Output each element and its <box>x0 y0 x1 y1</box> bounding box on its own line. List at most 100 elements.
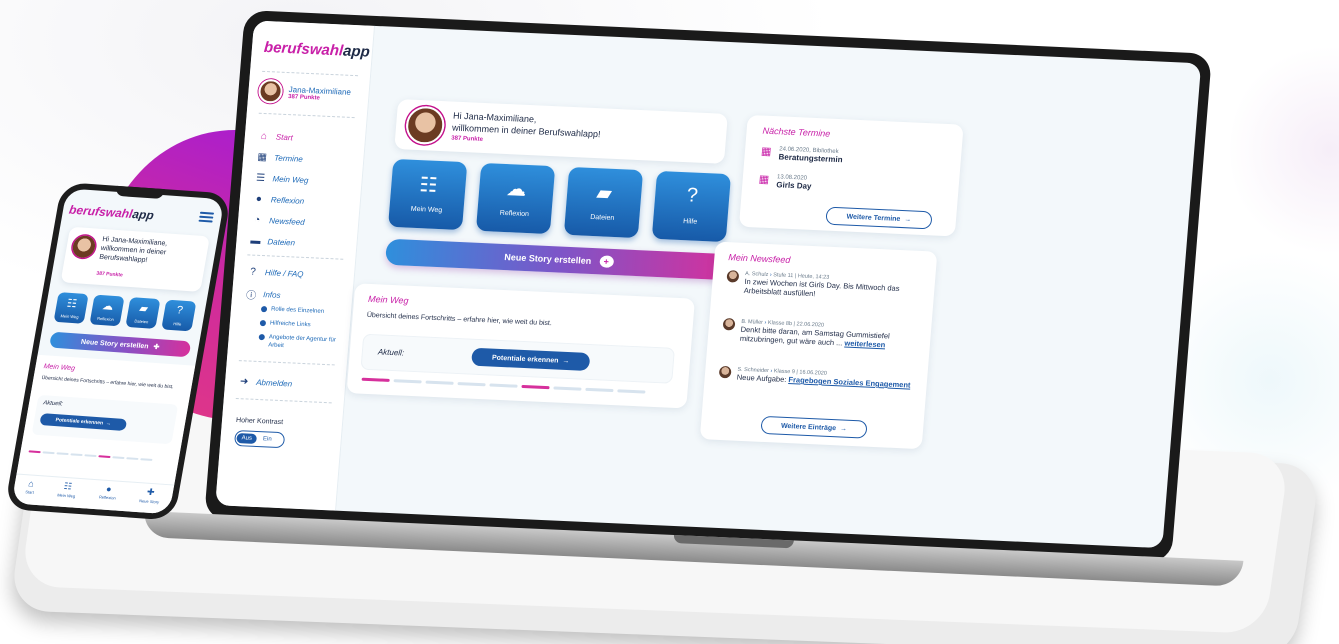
current-label: Aktuell: <box>377 347 405 358</box>
progress-step <box>56 452 69 456</box>
termin-title: Beratungstermin <box>778 152 843 165</box>
mein-weg-card: Mein Weg Übersicht deines Fortschritts –… <box>346 283 696 409</box>
arrow-right-icon: → <box>839 424 848 433</box>
user-points: 387 Punkte <box>450 135 484 143</box>
tile-reflexion[interactable]: ☁ Reflexion <box>89 294 125 327</box>
logo-text-part1: berufswahl <box>263 38 344 60</box>
termin-title: Girls Day <box>776 180 812 191</box>
progress-step <box>553 386 582 391</box>
sidebar-user[interactable]: Jana-Maximiliane 387 Punkte <box>257 78 352 107</box>
sidebar-item-label: Hilfe / FAQ <box>264 267 304 279</box>
tile-label: Mein Weg <box>410 205 443 215</box>
sidebar-subitem-links[interactable]: Hilfreiche Links <box>259 319 347 331</box>
greeting-card: Hi Jana-Maximiliane, willkommen in deiner… <box>394 99 728 164</box>
divider <box>235 397 332 404</box>
app-logo[interactable]: berufswahlapp <box>68 203 155 223</box>
progress-step <box>361 377 390 382</box>
tile-mein-weg[interactable]: ☷ Mein Weg <box>387 158 468 231</box>
termin-item[interactable]: ▦ 24.06.2020, Bibliothek Beratungstermin <box>760 146 843 165</box>
folder-icon: ▰ <box>595 182 613 205</box>
termine-title: Nächste Termine <box>762 125 831 139</box>
sidebar-item-start[interactable]: ⌂ Start <box>259 130 294 143</box>
avatar <box>718 365 732 379</box>
logo-text-part2: app <box>131 207 155 223</box>
marketing-scene: berufswahlapp Jana-Maximiliane 387 Punkt… <box>0 0 1339 644</box>
new-story-label: Neue Story erstellen <box>80 338 150 350</box>
tile-dateien[interactable]: ▰ Dateien <box>563 166 644 239</box>
bottom-nav-reflexion[interactable]: ● Reflexion <box>97 481 119 512</box>
progress-step <box>425 380 454 385</box>
tile-reflexion[interactable]: ☁ Reflexion <box>475 162 556 235</box>
toggle-option-aus[interactable]: Aus <box>236 433 258 444</box>
folder-icon: ▰ <box>138 302 149 316</box>
bullet-icon <box>258 333 266 341</box>
arrow-right-icon: → <box>562 357 570 365</box>
hamburger-menu-icon[interactable] <box>198 211 215 223</box>
question-icon: ? <box>175 304 184 317</box>
logo-text-part1: berufswahl <box>68 202 134 221</box>
tile-mein-weg[interactable]: ☷ Mein Weg <box>53 292 89 324</box>
add-story-icon: ✚ <box>152 343 160 352</box>
tile-dateien[interactable]: ▰ Dateien <box>125 297 161 329</box>
sidebar-subitem-rolle[interactable]: Rolle des Einzelnen <box>260 305 348 317</box>
termin-item[interactable]: ▦ 13.08.2020 Girls Day <box>758 173 812 190</box>
speech-bubble-icon: ☁ <box>101 300 115 313</box>
arrow-right-icon: → <box>904 215 912 223</box>
speech-bubble-icon: ● <box>105 483 113 495</box>
weiterlesen-link[interactable]: weiterlesen <box>844 339 886 350</box>
new-story-button[interactable]: Neue Story erstellen + <box>384 238 733 281</box>
path-icon: ☰ <box>255 172 266 184</box>
progress-step <box>617 389 646 394</box>
sidebar-item-mein-weg[interactable]: ☰ Mein Weg <box>255 172 309 185</box>
progress-step <box>489 383 518 388</box>
sidebar-item-label: Mein Weg <box>272 173 309 185</box>
laptop-mockup: berufswahlapp Jana-Maximiliane 387 Punkt… <box>142 10 1244 613</box>
progress-step <box>98 455 111 459</box>
progress-step <box>126 457 139 460</box>
new-story-button[interactable]: Neue Story erstellen ✚ <box>48 331 192 358</box>
current-step-row: Aktuell: Potentiale erkennen → <box>360 333 676 384</box>
weitere-eintraege-button[interactable]: Weitere Einträge → <box>760 415 868 439</box>
user-points: 387 Punkte <box>95 270 124 279</box>
newsfeed-title: Mein Newsfeed <box>728 252 791 265</box>
button-label: Weitere Termine <box>846 213 901 223</box>
sidebar-item-termine[interactable]: ▦ Termine <box>257 151 303 164</box>
path-icon: ☷ <box>65 297 78 311</box>
add-story-icon: ✚ <box>146 486 156 498</box>
button-label: Potentiale erkennen <box>55 417 104 427</box>
speech-bubble-icon: ☁ <box>505 178 528 201</box>
avatar <box>257 78 284 104</box>
potentiale-erkennen-button[interactable]: Potentiale erkennen → <box>471 347 591 371</box>
weitere-termine-button[interactable]: Weitere Termine → <box>825 206 933 230</box>
progress-step <box>84 454 97 458</box>
tile-label: Reflexion <box>96 315 115 322</box>
app-logo[interactable]: berufswahlapp <box>263 39 370 61</box>
mein-weg-description: Übersicht deines Fortschritts – erfahre … <box>41 375 175 391</box>
feed-message: Neue Aufgabe: <box>736 372 787 384</box>
button-label: Weitere Einträge <box>780 422 837 432</box>
progress-step <box>42 451 55 455</box>
avatar <box>404 105 446 146</box>
tile-label: Reflexion <box>499 209 530 219</box>
question-icon: ? <box>685 184 699 207</box>
sidebar-subitem-label: Hilfreiche Links <box>269 320 311 329</box>
path-icon: ☷ <box>63 480 73 492</box>
contrast-toggle[interactable]: Aus Ein <box>233 429 286 449</box>
greeting-card: Hi Jana-Maximiliane, willkommen in deine… <box>60 226 210 292</box>
avatar <box>71 235 97 259</box>
bottom-nav-start[interactable]: ⌂ Start <box>23 475 37 505</box>
add-story-icon: + <box>598 255 614 268</box>
calendar-icon: ▦ <box>758 173 770 186</box>
progress-step <box>521 384 550 390</box>
mein-weg-title: Mein Weg <box>42 363 76 373</box>
bottom-nav-label: Reflexion <box>98 494 117 501</box>
tile-hilfe[interactable]: ? Hilfe <box>651 170 732 243</box>
calendar-icon: ▦ <box>257 151 268 163</box>
bottom-nav-mein-weg[interactable]: ☷ Mein Weg <box>55 478 78 509</box>
toggle-option-ein[interactable]: Ein <box>257 434 278 445</box>
contrast-label: Hoher Kontrast <box>235 417 284 427</box>
home-icon: ⌂ <box>27 478 35 489</box>
tile-hilfe[interactable]: ? Hilfe <box>161 299 197 332</box>
sidebar-subitem-agentur[interactable]: Angebote der Agentur für Arbeit <box>258 333 345 353</box>
bottom-nav-neue-story[interactable]: ✚ Neue Story <box>137 483 162 514</box>
